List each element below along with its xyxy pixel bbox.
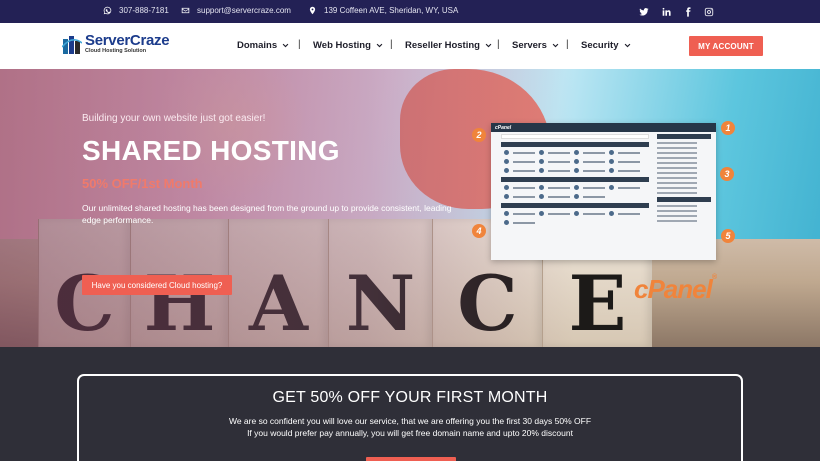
nav-domains[interactable]: Domains xyxy=(237,40,289,51)
chevron-down-icon xyxy=(485,43,492,48)
nav-servers[interactable]: Servers xyxy=(512,40,559,51)
address-contact: 139 Coffeen AVE, Sheridan, WY, USA xyxy=(308,6,458,15)
nav-label: Reseller Hosting xyxy=(405,40,480,51)
hero-subtitle: Building your own website just got easie… xyxy=(82,113,266,124)
whatsapp-icon xyxy=(103,6,112,15)
chevron-down-icon xyxy=(376,43,383,48)
top-bar: 307-888-7181 support@servercraze.com 139… xyxy=(0,0,820,23)
nav-security[interactable]: Security xyxy=(581,40,631,51)
cpanel-badge: 3 xyxy=(720,167,734,181)
nav-label: Servers xyxy=(512,40,547,51)
hero-banner: C H A N C E Building your own website ju… xyxy=(0,69,820,347)
logo-mark-icon xyxy=(61,33,83,55)
site-logo[interactable]: ServerCraze Cloud Hosting Solution xyxy=(61,32,170,55)
phone-number: 307-888-7181 xyxy=(119,6,169,15)
nav-separator: | xyxy=(390,39,393,50)
chevron-down-icon xyxy=(282,43,289,48)
phone-contact[interactable]: 307-888-7181 xyxy=(103,6,169,15)
address-text: 139 Coffeen AVE, Sheridan, WY, USA xyxy=(324,6,459,15)
nav-separator: | xyxy=(566,39,569,50)
email-address: support@servercraze.com xyxy=(197,6,291,15)
nav-label: Domains xyxy=(237,40,278,51)
hero-description: Our unlimited shared hosting has been de… xyxy=(82,203,452,225)
logo-name: ServerCraze xyxy=(85,32,170,50)
cpanel-badge: 1 xyxy=(721,121,735,135)
facebook-icon[interactable] xyxy=(682,6,693,17)
instagram-icon[interactable] xyxy=(703,6,714,17)
linkedin-icon[interactable] xyxy=(660,6,671,17)
hero-title: SHARED HOSTING xyxy=(82,135,340,166)
email-contact[interactable]: support@servercraze.com xyxy=(181,6,291,15)
chevron-down-icon xyxy=(624,43,630,48)
offer-title: GET 50% OFF YOUR FIRST MONTH xyxy=(272,389,548,406)
nav-separator: | xyxy=(298,39,301,50)
cpanel-mini-logo: cPanel xyxy=(495,124,512,131)
hero-offer: 50% OFF/1st Month xyxy=(82,176,203,191)
offer-card: GET 50% OFF YOUR FIRST MONTH We are so c… xyxy=(77,374,743,461)
logo-tagline: Cloud Hosting Solution xyxy=(85,48,147,55)
cpanel-badge: 4 xyxy=(472,224,486,238)
twitter-icon[interactable] xyxy=(638,6,649,17)
offer-section: GET 50% OFF YOUR FIRST MONTH We are so c… xyxy=(0,347,820,461)
envelope-icon xyxy=(181,7,190,14)
map-pin-icon xyxy=(309,6,316,15)
cpanel-logo: cPanel® xyxy=(634,274,717,304)
cpanel-screenshot: cPanel xyxy=(491,123,716,260)
main-header: ServerCraze Cloud Hosting Solution Domai… xyxy=(0,23,820,69)
cpanel-badge: 2 xyxy=(472,128,486,142)
offer-cta-button[interactable] xyxy=(366,457,456,461)
nav-web-hosting[interactable]: Web Hosting xyxy=(313,40,383,51)
cpanel-badge: 5 xyxy=(721,229,735,243)
nav-label: Security xyxy=(581,40,619,51)
offer-line-2: If you would prefer pay annually, you wi… xyxy=(247,428,573,438)
chevron-down-icon xyxy=(552,43,559,48)
nav-reseller-hosting[interactable]: Reseller Hosting xyxy=(405,40,492,51)
nav-separator: | xyxy=(497,39,500,50)
my-account-button[interactable]: MY ACCOUNT xyxy=(689,36,763,56)
cloud-hosting-button[interactable]: Have you considered Cloud hosting? xyxy=(82,275,232,295)
nav-label: Web Hosting xyxy=(313,40,371,51)
offer-line-1: We are so confident you will love our se… xyxy=(228,416,592,426)
